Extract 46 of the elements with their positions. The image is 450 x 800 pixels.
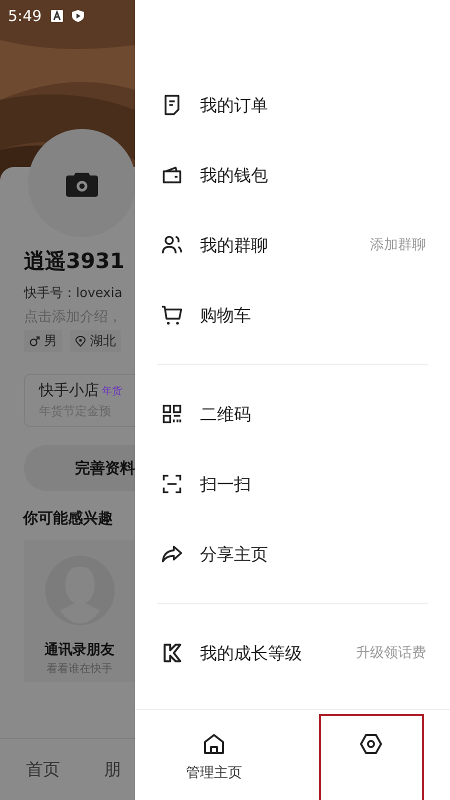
menu-item[interactable]: 购物车 [135, 280, 450, 350]
menu-hint: 添加群聊 [370, 236, 426, 254]
scan-icon [161, 473, 183, 495]
footer-button[interactable]: 管理主页 [161, 714, 266, 800]
qr-code-icon [161, 403, 183, 425]
people-icon [161, 234, 183, 256]
settings-icon [359, 732, 384, 756]
footer-button[interactable] [318, 714, 424, 800]
menu-item[interactable]: 我的钱包 [135, 140, 450, 210]
menu-label: 购物车 [200, 304, 252, 326]
app-notification-icon [50, 10, 63, 22]
menu-label: 二维码 [200, 404, 252, 426]
cart-icon [161, 304, 183, 326]
bottom-tab[interactable]: 朋 [104, 758, 121, 781]
location-pin-icon [75, 336, 86, 346]
tag-label: 湖北 [90, 333, 116, 350]
menu-item[interactable]: 我的群聊 添加群聊 [135, 210, 450, 280]
menu-item[interactable]: 分享主页 [135, 519, 450, 589]
menu-label: 扫一扫 [200, 474, 252, 496]
menu-label: 我的订单 [200, 94, 269, 116]
menu-item[interactable]: 我的订单 [135, 70, 450, 140]
menu-label: 我的群聊 [200, 234, 269, 256]
menu-item[interactable]: 二维码 [135, 379, 450, 449]
male-icon [29, 336, 40, 346]
tag-label: 男 [44, 333, 57, 350]
section-title: 你可能感兴趣 [23, 509, 114, 528]
suggestion-title: 通讯录朋友 [44, 641, 114, 659]
shop-tag-label: 年货 [102, 384, 122, 398]
complete-profile-button[interactable]: 完善资料 [24, 445, 135, 491]
footer-label: 管理主页 [186, 764, 242, 782]
menu-item[interactable]: 我的成长等级 升级领话费 [135, 618, 450, 688]
menu-hint: 升级领话费 [356, 644, 426, 662]
account-id: 快手号：lovexia [24, 285, 124, 302]
share-arrow-icon [161, 543, 183, 565]
menu-item[interactable]: 扫一扫 [135, 449, 450, 519]
profile-name: 逍遥3931 [24, 248, 126, 275]
shop-title: 快手小店 [39, 381, 99, 400]
menu-label: 我的钱包 [200, 164, 269, 186]
menu-label: 我的成长等级 [200, 642, 303, 664]
menu-label: 分享主页 [200, 544, 269, 566]
k-logo-icon [161, 642, 183, 664]
wallet-icon [161, 164, 183, 186]
home-icon [202, 732, 226, 756]
bottom-tab[interactable]: 首页 [26, 758, 60, 781]
shield-play-icon [72, 10, 84, 22]
status-time: 5:49 [8, 7, 42, 25]
